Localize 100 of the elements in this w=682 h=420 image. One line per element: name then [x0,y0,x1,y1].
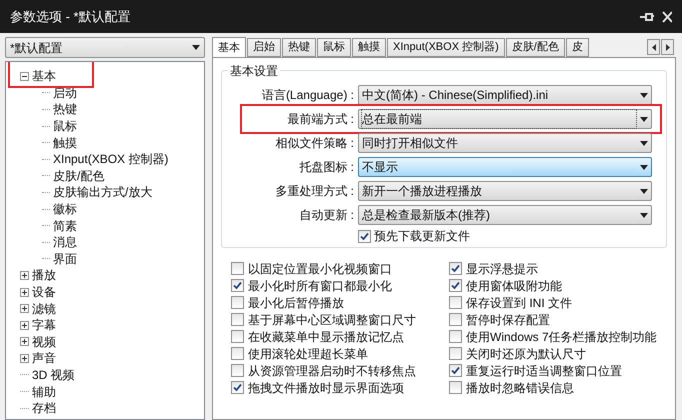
caret-down-icon [640,212,648,218]
collapse-icon[interactable] [20,72,29,81]
tab[interactable]: 热键 [282,38,316,57]
tab[interactable]: 触摸 [352,38,386,57]
tree-item[interactable]: 3D 视频 [32,368,75,382]
tree-item[interactable]: 皮肤输出方式/放大 [53,185,152,200]
checkbox-label: 基于屏幕中心区域调整窗口尺寸 [248,312,416,328]
tab[interactable]: 启始 [247,38,281,57]
expand-icon[interactable] [20,337,29,346]
checkbox[interactable] [449,381,462,394]
checkmark-icon [233,383,242,392]
checkbox[interactable] [231,262,244,275]
tree-item[interactable]: 简素 [53,218,77,233]
checkbox[interactable] [449,296,462,309]
tab[interactable]: 鼠标 [317,38,351,57]
tree-item[interactable]: 界面 [53,252,77,266]
tab[interactable]: 皮肤/配色 [506,38,565,57]
arrow-right-icon [666,44,670,50]
checkbox-label: 保存设置到 INI 文件 [466,294,572,312]
setting-dropdown[interactable]: 新开一个播放进程播放 [358,181,652,201]
tree-item[interactable]: 基本 [32,69,56,84]
tree-item[interactable]: 消息 [53,235,77,250]
tab[interactable]: 基本 [212,37,246,57]
checkbox[interactable] [231,381,244,394]
setting-dropdown[interactable]: 总是检查最新版本(推荐) [358,205,652,225]
checkbox[interactable] [231,330,244,343]
checkmark-icon [233,281,242,290]
expand-icon[interactable] [20,354,29,363]
caret-down-icon [640,92,648,98]
checkbox-label: 拖拽文件播放时显示界面选项 [248,380,404,396]
pin-icon[interactable] [640,10,654,22]
checkbox[interactable] [231,296,244,309]
window-title: 参数选项 - *默认配置 [10,8,132,26]
checkbox-label: 重复运行时适当调整窗口位置 [466,362,622,380]
checkbox[interactable] [231,364,244,377]
checkbox-label: 在收藏菜单中显示播放记忆点 [248,328,404,346]
caret-down-icon [640,140,648,146]
setting-label: 语言(Language) : [260,87,355,104]
scroll-right-button[interactable] [661,39,674,55]
setting-dropdown[interactable]: 同时打开相似文件 [358,133,652,153]
checkbox[interactable] [449,279,462,292]
setting-label: 多重处理方式 : [274,183,355,200]
setting-label: 最前端方式 : [286,111,355,128]
tree-item[interactable]: 字幕 [32,318,56,332]
tree-item[interactable]: 触摸 [53,136,77,150]
setting-dropdown[interactable]: 不显示 [358,157,652,177]
checkbox-label: 最小化时所有窗口都最小化 [248,278,392,294]
checkbox[interactable] [449,330,462,343]
checkbox[interactable] [358,230,371,242]
tab[interactable]: XInput(XBOX 控制器) [387,38,505,57]
tree-item[interactable]: 滤镜 [32,302,56,316]
arrow-left-icon [652,44,656,50]
setting-dropdown[interactable]: 总在最前端 [358,109,652,129]
tree-item[interactable]: 鼠标 [53,119,77,134]
tree-item[interactable]: 皮肤/配色 [53,168,104,183]
checkbox[interactable] [449,364,462,377]
tree-item[interactable]: 启动 [53,86,77,100]
tree-item[interactable]: 热键 [53,102,77,116]
close-icon[interactable] [662,10,672,22]
expand-icon[interactable] [20,304,29,314]
checkmark-icon [360,232,369,240]
setting-label: 相似文件策略 : [274,135,355,152]
setting-label: 自动更新 : [298,207,355,224]
checkbox[interactable] [449,347,462,360]
checkbox[interactable] [449,313,462,326]
tree-item[interactable]: 播放 [32,268,56,282]
setting-label: 托盘图标 : [298,159,355,176]
tree-item[interactable]: 存档 [32,401,56,416]
checkbox-label: 使用Windows 7任务栏播放控制功能 [466,328,657,346]
checkbox-label: 使用滚轮处理超长菜单 [248,346,368,362]
checkbox-label: 最小化后暂停播放 [248,294,344,312]
checkbox-label: 播放时忽略错误信息 [466,380,574,396]
tree-item[interactable]: 辅助 [32,384,56,399]
profile-dropdown[interactable]: *默认配置 [5,37,205,58]
caret-down-icon [192,45,200,50]
tree-item[interactable]: 声音 [32,351,56,366]
checkbox-label: 以固定位置最小化视频窗口 [248,260,392,278]
checkbox-label: 预先下载更新文件 [374,228,470,245]
tree-item[interactable]: XInput(XBOX 控制器) [53,152,168,166]
checkmark-icon [451,366,460,375]
tab[interactable]: 皮 [566,38,589,57]
tree-item[interactable]: 视频 [32,334,56,349]
scroll-left-button[interactable] [647,39,660,55]
checkbox-label: 使用窗体吸附功能 [466,278,562,294]
checkbox[interactable] [231,347,244,360]
expand-icon[interactable] [20,288,29,297]
checkbox-label: 暂停时保存配置 [466,312,550,328]
caret-down-icon [640,164,648,170]
tree-item[interactable]: 徽标 [53,202,77,216]
caret-down-icon [640,188,648,194]
caret-down-icon [640,116,648,122]
checkbox[interactable] [231,279,244,292]
expand-icon[interactable] [20,270,29,280]
checkbox-label: 从资源管理器启动时不转移焦点 [248,362,416,380]
tree-item[interactable]: 设备 [32,285,56,300]
setting-dropdown[interactable]: 中文(简体) - Chinese(Simplified).ini [358,85,652,105]
checkbox[interactable] [231,313,244,326]
checkbox[interactable] [449,262,462,275]
checkbox-label: 显示浮悬提示 [466,260,538,278]
expand-icon[interactable] [20,320,29,330]
